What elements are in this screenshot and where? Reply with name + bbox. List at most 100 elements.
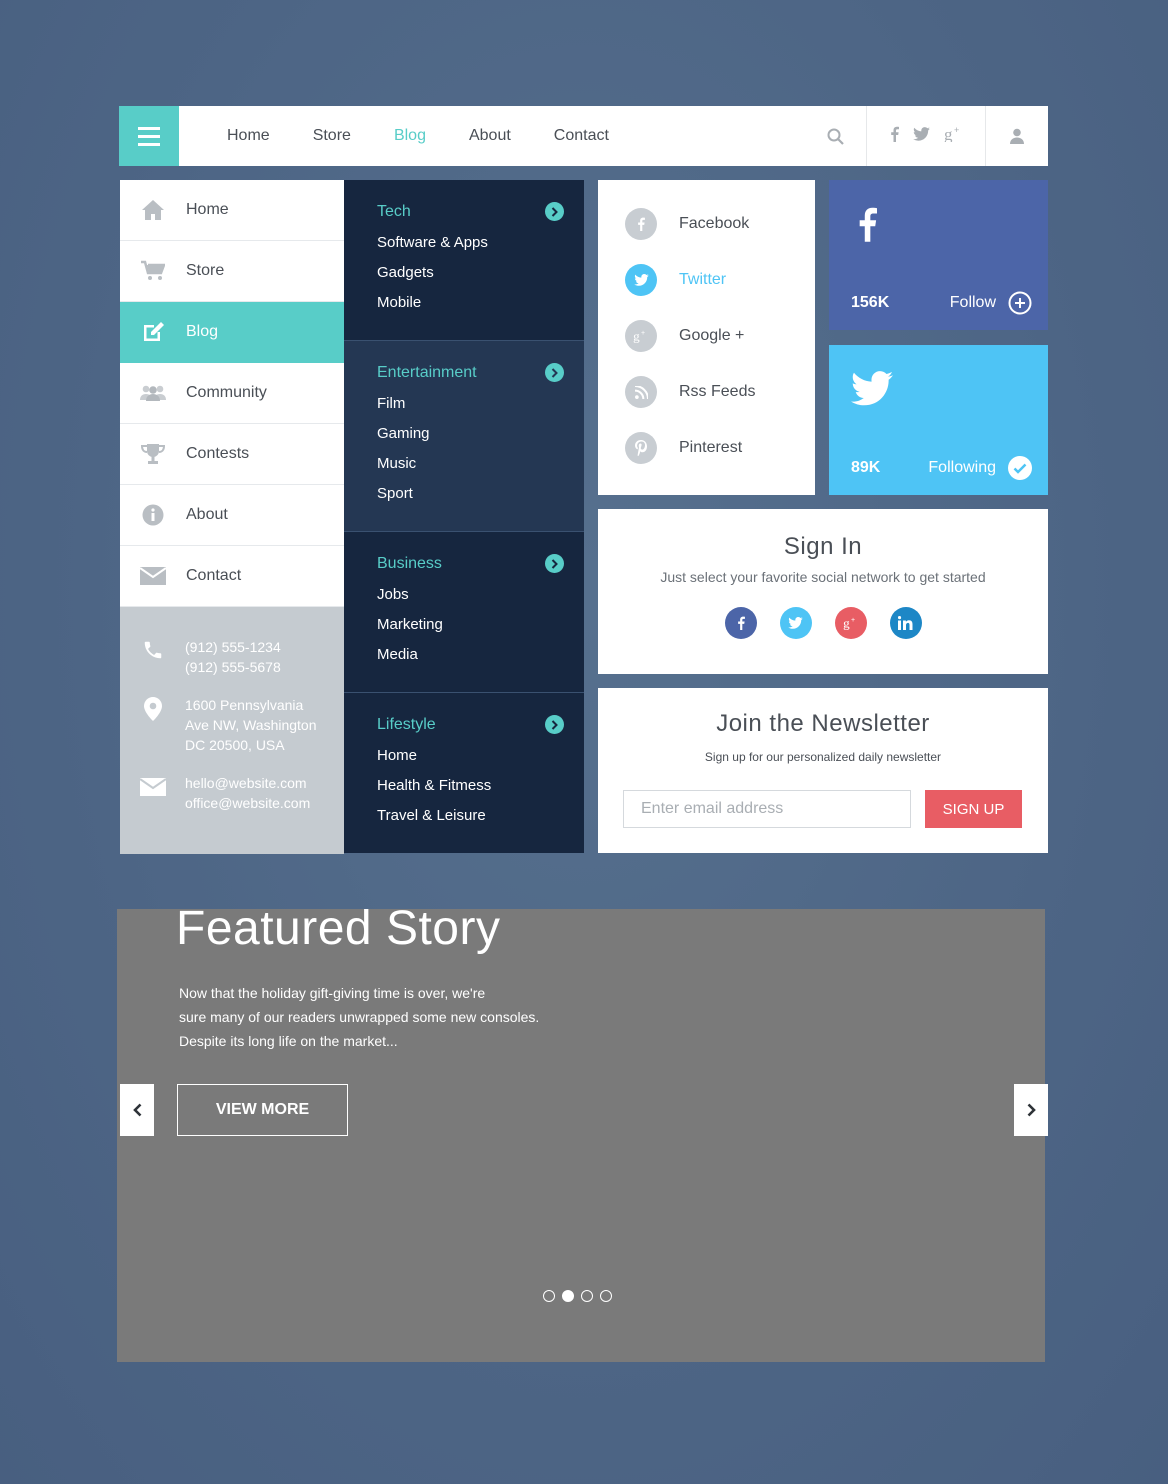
email-link[interactable]: hello@website.com	[185, 773, 310, 793]
twitter-icon	[625, 264, 657, 296]
phone-number[interactable]: (912) 555-5678	[185, 657, 281, 677]
following-button[interactable]: Following	[928, 456, 1032, 480]
nav-about[interactable]: About	[469, 127, 511, 145]
nav-contact[interactable]: Contact	[554, 127, 609, 145]
sidebar-item-about[interactable]: About	[120, 485, 344, 546]
category-link[interactable]: Jobs	[377, 585, 564, 615]
trophy-icon	[120, 443, 186, 465]
category-link[interactable]: Health & Fitmess	[377, 776, 564, 806]
contact-email: hello@website.com office@website.com	[120, 773, 344, 813]
facebook-icon[interactable]	[724, 607, 757, 639]
sidebar-item-label: Contact	[186, 567, 242, 584]
nav-right-tools: g +	[804, 106, 1048, 166]
mail-icon	[120, 773, 185, 813]
twitter-icon[interactable]	[779, 607, 812, 639]
social-item-rss[interactable]: Rss Feeds	[598, 376, 815, 432]
category-link[interactable]: Media	[377, 645, 564, 675]
category-link[interactable]: Music	[377, 454, 564, 484]
sidebar-item-contests[interactable]: Contests	[120, 424, 344, 485]
category-link[interactable]: Home	[377, 746, 564, 776]
view-more-button[interactable]: VIEW MORE	[177, 1084, 348, 1136]
svg-text:g: g	[633, 329, 640, 343]
slider-next-button[interactable]	[1014, 1084, 1048, 1136]
nav-home[interactable]: Home	[227, 127, 270, 145]
social-label: Rss Feeds	[679, 383, 756, 400]
chevron-right-icon[interactable]	[545, 554, 564, 573]
user-icon[interactable]	[986, 106, 1048, 166]
svg-text:g: g	[944, 126, 953, 142]
facebook-icon[interactable]	[890, 126, 899, 147]
following-label: Following	[928, 459, 996, 476]
social-item-pinterest[interactable]: Pinterest	[598, 432, 815, 488]
mail-icon	[120, 567, 186, 585]
social-item-googleplus[interactable]: g + Google +	[598, 320, 815, 376]
signup-button[interactable]: SIGN UP	[925, 790, 1022, 828]
search-icon[interactable]	[804, 106, 866, 166]
slider-dot[interactable]	[600, 1290, 612, 1302]
social-label: Google +	[679, 327, 745, 344]
facebook-tile: 156K Follow	[829, 180, 1048, 330]
nav-store[interactable]: Store	[313, 127, 351, 145]
plus-circle-icon	[1008, 291, 1032, 315]
sidebar-item-blog[interactable]: Blog	[120, 302, 344, 363]
category-title[interactable]: Business	[377, 555, 442, 573]
google-plus-icon[interactable]: g +	[834, 607, 867, 639]
slider-dot[interactable]	[543, 1290, 555, 1302]
home-icon	[120, 199, 186, 221]
category-link[interactable]: Sport	[377, 484, 564, 514]
category-link[interactable]: Gadgets	[377, 263, 564, 293]
slider-pagination	[543, 1290, 612, 1302]
sidebar-item-home[interactable]: Home	[120, 180, 344, 241]
social-item-facebook[interactable]: Facebook	[598, 208, 815, 264]
side-menu: Home Store Blog Community Contests About…	[120, 180, 344, 854]
chevron-right-icon[interactable]	[545, 202, 564, 221]
category-business: Business Jobs Marketing Media	[344, 532, 584, 693]
rss-icon	[625, 376, 657, 408]
follow-label: Follow	[949, 294, 996, 311]
chevron-right-icon[interactable]	[545, 363, 564, 382]
hamburger-menu-icon[interactable]	[119, 106, 179, 166]
email-field[interactable]	[623, 790, 911, 828]
top-nav-links: Home Store Blog About Contact	[227, 106, 652, 166]
nav-blog[interactable]: Blog	[394, 127, 426, 145]
contact-info-box: (912) 555-1234 (912) 555-5678 1600 Pennsy…	[120, 607, 344, 854]
category-link[interactable]: Software & Apps	[377, 233, 564, 263]
signin-title: Sign In	[783, 533, 863, 560]
email-link[interactable]: office@website.com	[185, 793, 310, 813]
community-icon	[120, 384, 186, 402]
slider-dot[interactable]	[562, 1290, 574, 1302]
phone-number[interactable]: (912) 555-1234	[185, 637, 281, 657]
sidebar-item-contact[interactable]: Contact	[120, 546, 344, 607]
category-title[interactable]: Lifestyle	[377, 716, 436, 734]
address-line: DC 20500, USA	[185, 737, 285, 753]
follow-button[interactable]: Follow	[950, 291, 1032, 315]
category-link[interactable]: Travel & Leisure	[377, 806, 564, 836]
sidebar-item-community[interactable]: Community	[120, 363, 344, 424]
sidebar-item-label: About	[186, 506, 228, 523]
category-link[interactable]: Mobile	[377, 293, 564, 323]
pinterest-icon	[625, 432, 657, 464]
category-link[interactable]: Film	[377, 394, 564, 424]
sidebar-item-store[interactable]: Store	[120, 241, 344, 302]
category-link[interactable]: Marketing	[377, 615, 564, 645]
linkedin-icon[interactable]	[889, 607, 922, 639]
social-item-twitter[interactable]: Twitter	[598, 264, 815, 320]
slider-dot[interactable]	[581, 1290, 593, 1302]
address-line: 1600 Pennsylvania	[185, 697, 304, 713]
facebook-icon	[625, 208, 657, 240]
google-plus-icon[interactable]: g +	[944, 125, 962, 147]
newsletter-subtitle: Sign up for our personalized daily newsl…	[704, 750, 942, 764]
category-title[interactable]: Tech	[377, 203, 411, 221]
info-icon	[120, 504, 186, 526]
twitter-icon[interactable]	[913, 126, 930, 146]
sidebar-item-label: Store	[186, 262, 225, 279]
featured-title: Featured Story	[176, 902, 501, 955]
category-title[interactable]: Entertainment	[377, 364, 477, 382]
chevron-right-icon	[1027, 1103, 1036, 1117]
signin-card: Sign In Just select your favorite social…	[598, 509, 1048, 674]
category-link[interactable]: Gaming	[377, 424, 564, 454]
slider-prev-button[interactable]	[120, 1084, 154, 1136]
google-plus-icon: g +	[625, 320, 657, 352]
chevron-right-icon[interactable]	[545, 715, 564, 734]
social-label: Pinterest	[679, 439, 743, 456]
